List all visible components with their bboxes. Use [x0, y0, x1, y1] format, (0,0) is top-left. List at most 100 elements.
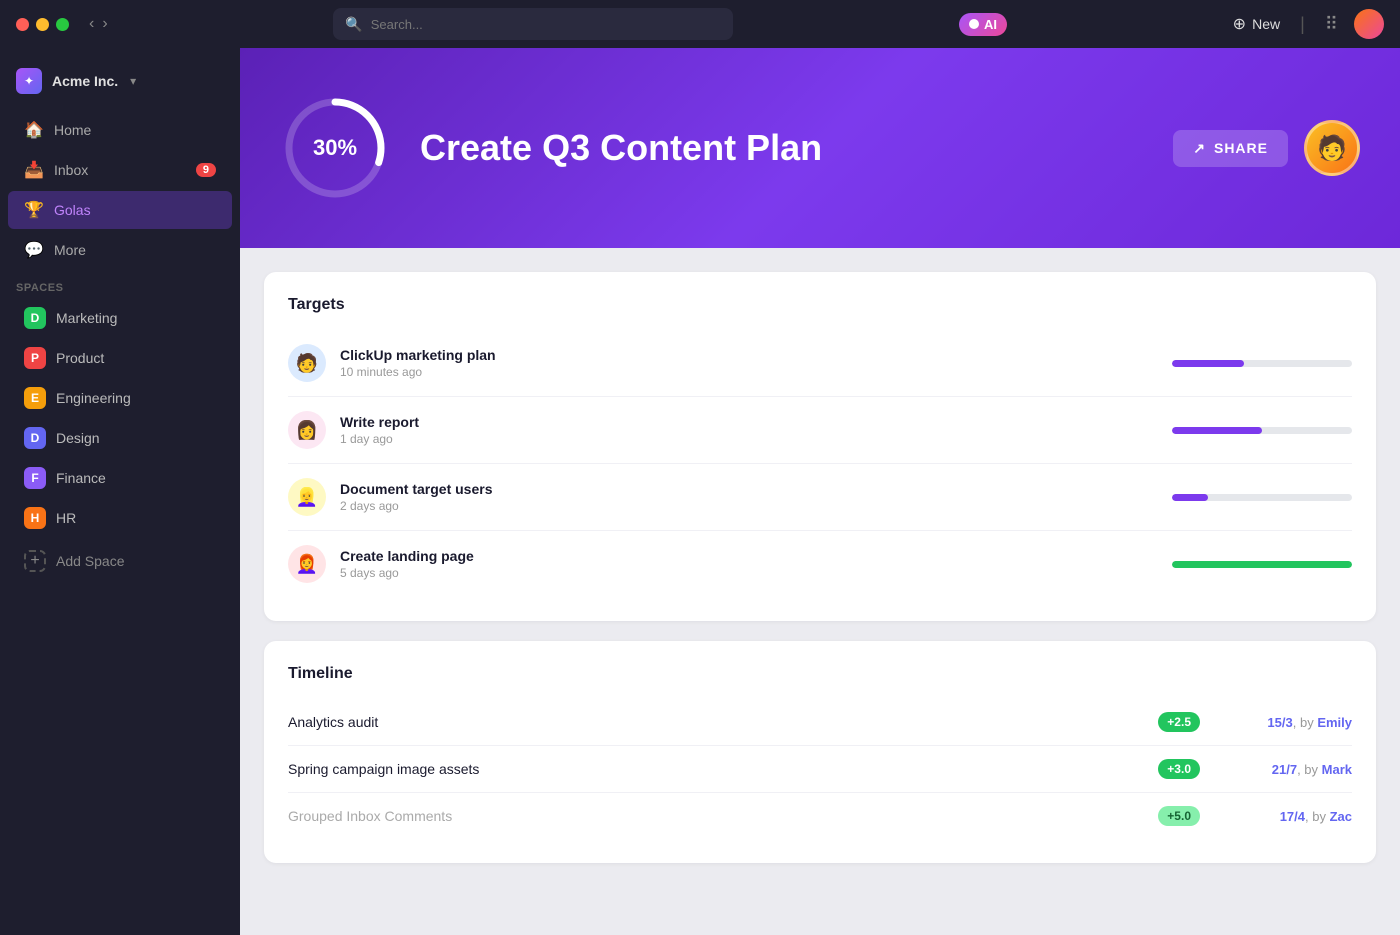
search-placeholder: Search...: [371, 17, 423, 32]
timeline-title: Timeline: [288, 665, 1352, 683]
hr-badge: H: [24, 507, 46, 529]
space-hr[interactable]: H HR: [8, 499, 232, 537]
main-content: 30% Create Q3 Content Plan ↗ SHARE 🧑 Tar…: [240, 48, 1400, 935]
maximize-dot[interactable]: [56, 18, 69, 31]
space-design[interactable]: D Design: [8, 419, 232, 457]
content-area: Targets 🧑 ClickUp marketing plan 10 minu…: [240, 248, 1400, 935]
target-fill-3: [1172, 494, 1208, 501]
design-label: Design: [56, 430, 100, 446]
timeline-name-1: Analytics audit: [288, 714, 1146, 730]
hero-banner: 30% Create Q3 Content Plan ↗ SHARE 🧑: [240, 48, 1400, 248]
more-label: More: [54, 242, 86, 258]
target-info-3: Document target users 2 days ago: [340, 481, 1158, 513]
hero-actions: ↗ SHARE 🧑: [1173, 120, 1360, 176]
target-name-4: Create landing page: [340, 548, 1158, 564]
sidebar-item-home[interactable]: 🏠 Home: [8, 111, 232, 149]
target-progress-1: [1172, 360, 1352, 367]
inbox-icon: 📥: [24, 160, 44, 180]
main-layout: ✦ Acme Inc. ▾ 🏠 Home 📥 Inbox 9 🏆 Golas 💬…: [0, 48, 1400, 935]
share-icon: ↗: [1193, 140, 1206, 157]
sidebar-item-goals[interactable]: 🏆 Golas: [8, 191, 232, 229]
target-name-1: ClickUp marketing plan: [340, 347, 1158, 363]
timeline-badge-1: +2.5: [1158, 712, 1200, 732]
space-marketing[interactable]: D Marketing: [8, 299, 232, 337]
targets-title: Targets: [288, 296, 1352, 314]
marketing-badge: D: [24, 307, 46, 329]
engineering-label: Engineering: [56, 390, 131, 406]
target-time-3: 2 days ago: [340, 499, 1158, 513]
home-label: Home: [54, 122, 91, 138]
share-label: SHARE: [1214, 140, 1268, 156]
target-info-2: Write report 1 day ago: [340, 414, 1158, 446]
design-badge: D: [24, 427, 46, 449]
more-icon: 💬: [24, 240, 44, 260]
add-space-label: Add Space: [56, 553, 125, 569]
new-button[interactable]: ⊕ New: [1233, 14, 1280, 34]
add-space-button[interactable]: + Add Space: [8, 542, 232, 580]
goals-icon: 🏆: [24, 200, 44, 220]
target-avatar-2: 👩: [288, 411, 326, 449]
timeline-date-3: 17/4: [1280, 809, 1305, 824]
sidebar-item-inbox[interactable]: 📥 Inbox 9: [8, 151, 232, 189]
hero-user-avatar[interactable]: 🧑: [1304, 120, 1360, 176]
hero-title: Create Q3 Content Plan: [420, 127, 1143, 169]
new-label: New: [1252, 16, 1280, 32]
timeline-date-2: 21/7: [1272, 762, 1297, 777]
titlebar: ‹ › 🔍 Search... AI ⊕ New | ⠿: [0, 0, 1400, 48]
space-finance[interactable]: F Finance: [8, 459, 232, 497]
add-space-icon: +: [24, 550, 46, 572]
plus-icon: ⊕: [1233, 14, 1246, 34]
target-item-3: 👱‍♀️ Document target users 2 days ago: [288, 464, 1352, 531]
search-bar[interactable]: 🔍 Search...: [333, 8, 733, 40]
space-product[interactable]: P Product: [8, 339, 232, 377]
workspace-icon: ✦: [16, 68, 42, 94]
product-badge: P: [24, 347, 46, 369]
inbox-label: Inbox: [54, 162, 88, 178]
sidebar-item-more[interactable]: 💬 More: [8, 231, 232, 269]
timeline-badge-2: +3.0: [1158, 759, 1200, 779]
workspace-header[interactable]: ✦ Acme Inc. ▾: [0, 60, 240, 102]
grid-icon[interactable]: ⠿: [1325, 14, 1338, 35]
timeline-meta-3: 17/4, by Zac: [1212, 809, 1352, 824]
target-avatar-4: 👩‍🦰: [288, 545, 326, 583]
finance-label: Finance: [56, 470, 106, 486]
hero-avatar-emoji: 🧑: [1317, 134, 1347, 163]
target-avatar-3: 👱‍♀️: [288, 478, 326, 516]
titlebar-right: ⊕ New | ⠿: [1233, 9, 1384, 39]
minimize-dot[interactable]: [36, 18, 49, 31]
target-progress-4: [1172, 561, 1352, 568]
finance-badge: F: [24, 467, 46, 489]
timeline-name-3: Grouped Inbox Comments: [288, 808, 1146, 824]
back-button[interactable]: ‹: [89, 15, 94, 33]
target-info-1: ClickUp marketing plan 10 minutes ago: [340, 347, 1158, 379]
timeline-person-3: Zac: [1330, 809, 1352, 824]
target-name-3: Document target users: [340, 481, 1158, 497]
nav-arrows: ‹ ›: [89, 15, 108, 33]
target-progress-2: [1172, 427, 1352, 434]
timeline-person-1: Emily: [1317, 715, 1352, 730]
search-icon: 🔍: [345, 16, 362, 33]
target-time-4: 5 days ago: [340, 566, 1158, 580]
space-engineering[interactable]: E Engineering: [8, 379, 232, 417]
home-icon: 🏠: [24, 120, 44, 140]
share-button[interactable]: ↗ SHARE: [1173, 130, 1288, 167]
timeline-name-2: Spring campaign image assets: [288, 761, 1146, 777]
target-avatar-1: 🧑: [288, 344, 326, 382]
user-avatar[interactable]: [1354, 9, 1384, 39]
targets-card: Targets 🧑 ClickUp marketing plan 10 minu…: [264, 272, 1376, 621]
timeline-meta-2: 21/7, by Mark: [1212, 762, 1352, 777]
workspace-chevron-icon: ▾: [130, 74, 136, 88]
ai-label: AI: [984, 17, 997, 32]
target-info-4: Create landing page 5 days ago: [340, 548, 1158, 580]
forward-button[interactable]: ›: [102, 15, 107, 33]
target-time-1: 10 minutes ago: [340, 365, 1158, 379]
close-dot[interactable]: [16, 18, 29, 31]
inbox-badge: 9: [196, 163, 216, 177]
ai-button[interactable]: AI: [959, 13, 1007, 36]
timeline-person-2: Mark: [1322, 762, 1352, 777]
ai-dot: [969, 19, 979, 29]
product-label: Product: [56, 350, 104, 366]
target-fill-2: [1172, 427, 1262, 434]
target-name-2: Write report: [340, 414, 1158, 430]
progress-percent: 30%: [313, 135, 357, 161]
